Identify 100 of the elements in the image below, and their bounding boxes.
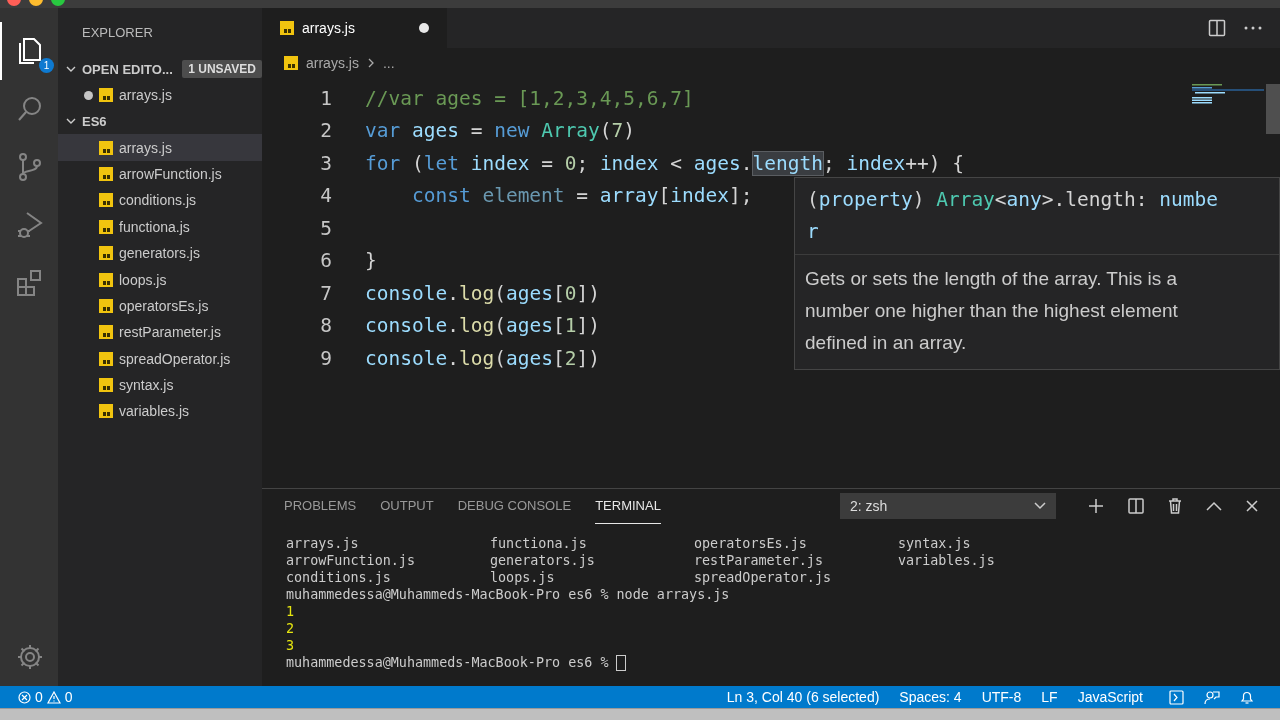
line-number: 3 <box>319 151 332 175</box>
line-number: 1 <box>319 86 332 110</box>
file-item[interactable]: spreadOperator.js <box>58 345 262 372</box>
status-item[interactable]: LF <box>1041 689 1058 705</box>
notification-badge: 1 <box>39 58 54 73</box>
js-file-icon <box>99 88 113 103</box>
terminal-output: 2 <box>286 620 295 637</box>
file-name: arrays.js <box>286 535 360 552</box>
run-debug-icon[interactable] <box>15 209 45 241</box>
code-line: const element = array[index]; <box>410 184 753 208</box>
status-item[interactable]: Ln 3, Col 40 (6 selected) <box>726 689 880 705</box>
line-number: 8 <box>319 314 332 338</box>
js-file-icon <box>284 56 298 70</box>
add-icon[interactable] <box>1088 498 1104 514</box>
js-file-icon <box>99 140 113 155</box>
terminal-icon[interactable] <box>1169 689 1184 705</box>
terminal-output: 3 <box>286 637 295 654</box>
split-terminal-icon[interactable] <box>1128 498 1144 514</box>
file-item[interactable]: arrays.js <box>58 82 262 109</box>
code-line: //var ages = [1,2,3,4,5,6,7] <box>365 86 694 110</box>
status-item[interactable]: UTF-8 <box>981 689 1022 705</box>
js-file-icon <box>99 325 113 340</box>
terminal-output: 1 <box>286 603 295 620</box>
chevron-up-icon[interactable] <box>1206 501 1222 511</box>
js-file-icon <box>99 298 113 313</box>
feedback-icon[interactable] <box>1204 689 1220 705</box>
code-line: console.log(ages[1]) <box>365 314 600 338</box>
status-item[interactable]: JavaScript <box>1077 689 1143 705</box>
js-file-icon <box>99 219 113 234</box>
code-line: console.log(ages[0]) <box>365 281 600 305</box>
scrollbar-thumb[interactable] <box>1266 84 1280 134</box>
file-item[interactable]: operatorsEs.js <box>58 292 262 320</box>
warning-icon <box>46 690 61 704</box>
trash-icon[interactable] <box>1168 498 1182 514</box>
line-number: 9 <box>319 346 332 370</box>
js-file-icon <box>99 404 113 419</box>
unsaved-dot[interactable] <box>418 23 429 33</box>
terminal-prompt: muhammedessa@Muhammeds-MacBook-Pro es6 % node arrays.js <box>286 586 730 603</box>
close-icon[interactable] <box>1246 500 1258 512</box>
js-file-icon <box>99 272 113 287</box>
file-name: loops.js <box>490 569 556 586</box>
files-icon[interactable] <box>19 38 41 64</box>
line-number: 7 <box>319 281 332 305</box>
status-item[interactable]: Spaces: 4 <box>899 689 962 705</box>
type-signature: r <box>807 219 820 245</box>
unsaved-badge: 1 UNSAVED <box>182 60 262 78</box>
file-name: spreadOperator.js <box>694 569 833 586</box>
js-file-icon <box>99 193 113 208</box>
code-line: var ages = new Array(7) <box>365 119 636 143</box>
line-number: 5 <box>319 216 332 240</box>
panel-tab[interactable]: PROBLEMS <box>284 488 357 524</box>
file-name: arrowFunction.js <box>286 552 416 569</box>
file-name: generators.js <box>490 552 596 569</box>
code-line: for (let index = 0; index < ages.length; index++) { <box>365 151 964 175</box>
breadcrumb-item[interactable]: ... <box>382 55 395 71</box>
file-item[interactable]: variables.js <box>58 398 262 425</box>
terminal-prompt: muhammedessa@Muhammeds-MacBook-Pro es6 % <box>286 654 609 671</box>
breadcrumb-item[interactable]: arrays.js <box>306 55 359 71</box>
file-name: functiona.js <box>490 535 588 552</box>
file-name: conditions.js <box>286 569 392 586</box>
type-signature: (property) Array<any>.length: numbe <box>807 187 1219 213</box>
line-number: 2 <box>319 119 332 143</box>
file-item[interactable]: generators.js <box>58 239 262 267</box>
file-name: operatorsEs.js <box>694 535 808 552</box>
settings-icon[interactable] <box>15 642 45 672</box>
more-actions-icon[interactable] <box>1244 26 1262 30</box>
terminal-dropdown[interactable]: 2: zsh <box>840 493 1056 519</box>
js-file-icon <box>99 351 113 366</box>
section-header[interactable]: ES6 <box>58 110 262 133</box>
file-item[interactable]: functiona.js <box>58 213 262 240</box>
js-file-icon <box>280 21 294 35</box>
code-line: } <box>365 249 377 273</box>
panel-tab[interactable]: DEBUG CONSOLE <box>457 488 572 524</box>
code-line: console.log(ages[2]) <box>365 346 600 370</box>
file-item[interactable]: arrowFunction.js <box>58 160 262 188</box>
minimap-drawing <box>1192 84 1264 104</box>
split-editor-icon[interactable] <box>1208 19 1226 37</box>
js-file-icon <box>99 378 113 393</box>
js-file-icon <box>99 246 113 261</box>
file-item[interactable]: loops.js <box>58 266 262 293</box>
chevron-icon <box>1034 502 1046 510</box>
error-icon <box>18 690 31 704</box>
bell-icon[interactable] <box>1240 689 1254 705</box>
file-name: syntax.js <box>898 535 972 552</box>
section-header[interactable]: OPEN EDITO... 1 UNSAVED <box>58 58 262 80</box>
panel-tab[interactable]: OUTPUT <box>380 488 434 524</box>
js-file-icon <box>99 166 113 181</box>
editor-tab[interactable]: arrays.js <box>262 8 447 48</box>
sidebar-title: EXPLORER <box>82 24 153 40</box>
file-item[interactable]: arrays.js <box>58 134 262 161</box>
file-item[interactable]: syntax.js <box>58 371 262 399</box>
line-number: 6 <box>319 249 332 273</box>
file-item[interactable]: conditions.js <box>58 187 262 214</box>
chevron-icon <box>366 58 375 68</box>
problems-status[interactable]: 0 0 <box>18 689 73 705</box>
documentation-text: Gets or sets the length of the array. This is a number one higher than the highest element defined in an array. <box>804 267 1179 355</box>
file-name: variables.js <box>898 552 996 569</box>
panel-tab[interactable]: TERMINAL <box>595 488 661 524</box>
file-item[interactable]: restParameter.js <box>58 319 262 346</box>
line-number: 4 <box>319 184 332 208</box>
